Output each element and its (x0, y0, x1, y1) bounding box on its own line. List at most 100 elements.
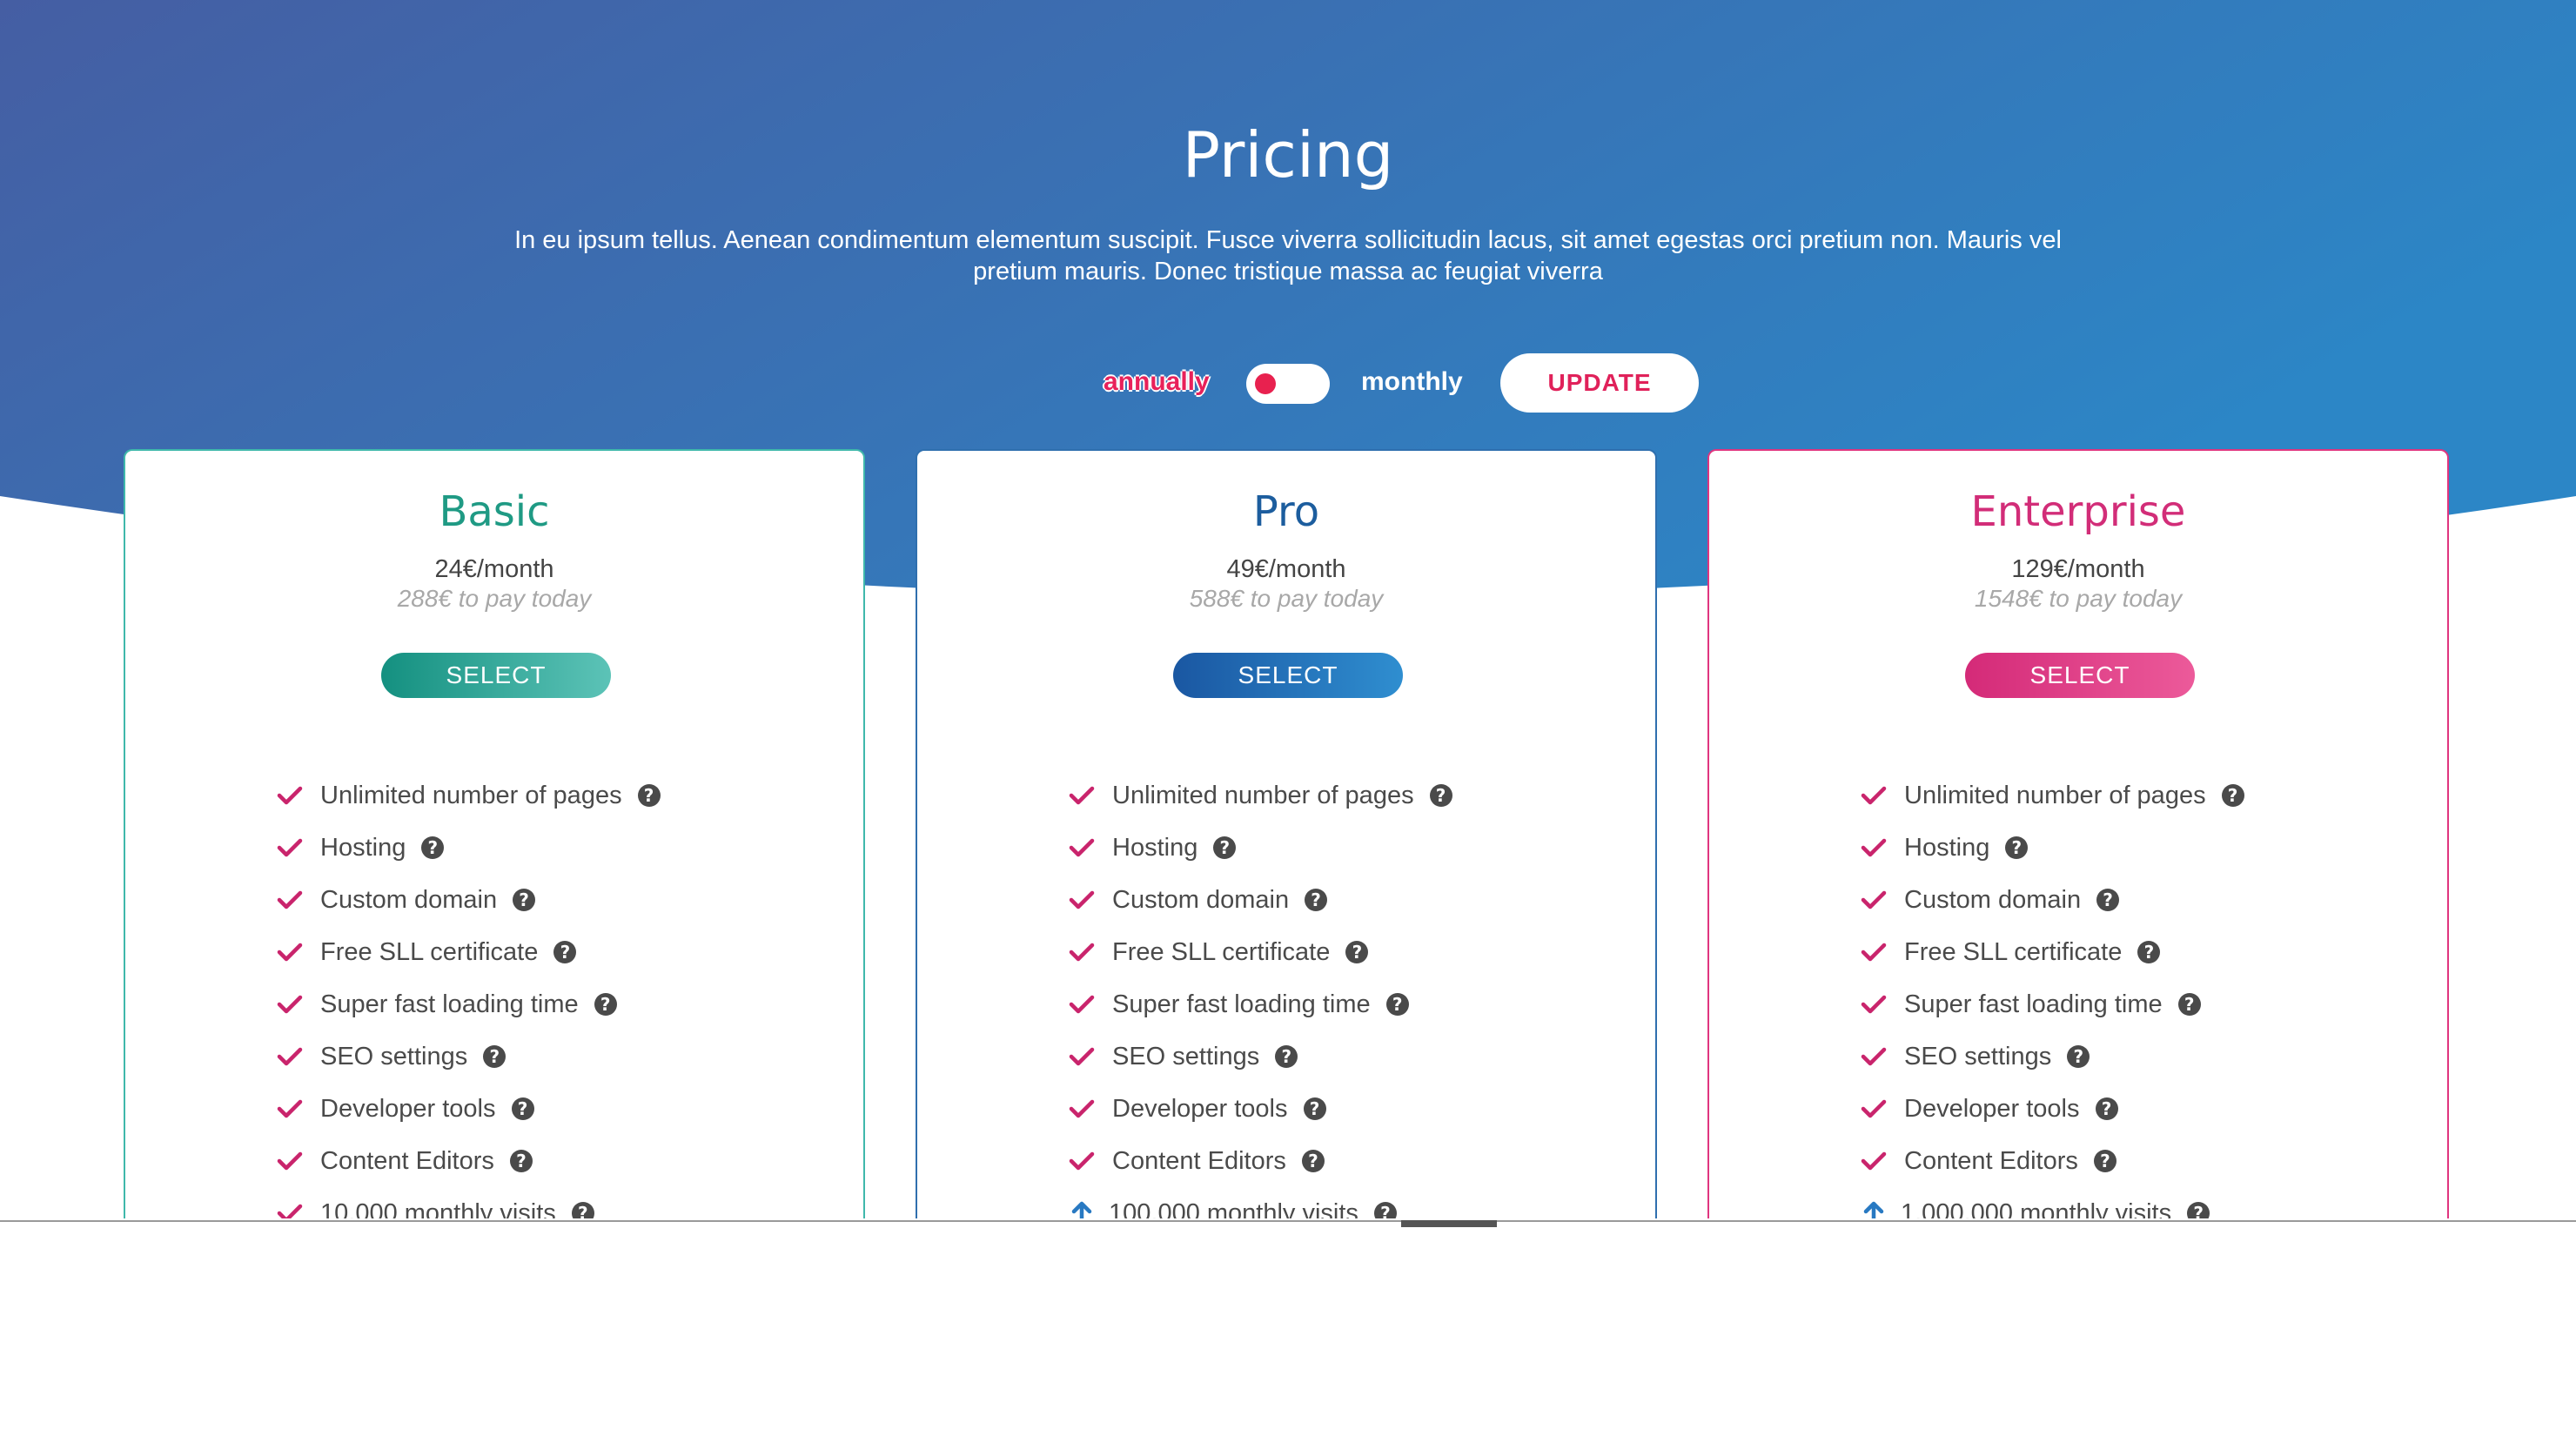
help-icon[interactable]: ? (1213, 836, 1237, 859)
help-icon[interactable]: ? (637, 784, 661, 807)
plan-price: 129€/month (2011, 555, 2145, 583)
feature-list: Unlimited number of pages? Hosting? Custom… (1069, 769, 1452, 1218)
feature-item: Super fast loading time? (1069, 978, 1452, 1030)
help-icon[interactable]: ? (2187, 1202, 2210, 1218)
check-icon (1861, 1151, 1887, 1171)
help-icon[interactable]: ? (2093, 1150, 2116, 1172)
help-icon[interactable]: ? (1305, 889, 1328, 911)
toggle-knob (1255, 373, 1276, 394)
feature-list: Unlimited number of pages? Hosting? Custom… (277, 769, 661, 1218)
check-icon (277, 995, 303, 1014)
help-icon[interactable]: ? (421, 836, 445, 859)
feature-item: Free SLL certificate? (1069, 926, 1452, 978)
feature-label: Super fast loading time (320, 990, 579, 1018)
feature-item: Developer tools? (277, 1083, 661, 1135)
help-icon[interactable]: ? (1303, 1097, 1326, 1120)
feature-label: Developer tools (1112, 1094, 1288, 1123)
plan-total: 1548€ to pay today (1974, 585, 2183, 612)
feature-label: Developer tools (320, 1094, 496, 1123)
help-icon[interactable]: ? (2137, 941, 2161, 963)
feature-label: Free SLL certificate (1904, 937, 2123, 966)
feature-item: SEO settings? (1861, 1030, 2244, 1083)
check-icon (1861, 995, 1887, 1014)
feature-item: Free SLL certificate? (1861, 926, 2244, 978)
feature-label: Super fast loading time (1112, 990, 1371, 1018)
feature-list: Unlimited number of pages? Hosting? Custom… (1861, 769, 2244, 1218)
select-pro-button[interactable]: SELECT (1173, 653, 1403, 698)
feature-item: SEO settings? (277, 1030, 661, 1083)
check-icon (1069, 838, 1095, 857)
check-icon (1861, 1047, 1887, 1066)
select-basic-button[interactable]: SELECT (381, 653, 611, 698)
scroll-indicator[interactable] (1401, 1220, 1497, 1227)
check-icon (1069, 943, 1095, 962)
feature-item: Hosting? (1861, 822, 2244, 874)
monthly-label[interactable]: monthly (1361, 367, 1463, 397)
feature-label: Hosting (320, 833, 406, 862)
check-icon (277, 1099, 303, 1118)
help-icon[interactable]: ? (1385, 993, 1409, 1016)
feature-label: Free SLL certificate (1112, 937, 1331, 966)
plan-card-basic: Basic 24€/month 288€ to pay today SELECT… (124, 449, 865, 1218)
help-icon[interactable]: ? (509, 1150, 533, 1172)
help-icon[interactable]: ? (483, 1045, 506, 1068)
feature-item: Super fast loading time? (1861, 978, 2244, 1030)
help-icon[interactable]: ? (1373, 1202, 1397, 1218)
help-icon[interactable]: ? (2221, 784, 2244, 807)
feature-item: 10.000 monthly visits? (277, 1187, 661, 1218)
help-icon[interactable]: ? (2067, 1045, 2090, 1068)
feature-label: Super fast loading time (1904, 990, 2163, 1018)
help-icon[interactable]: ? (2177, 993, 2201, 1016)
feature-item: Unlimited number of pages? (1069, 769, 1452, 822)
feature-label: Hosting (1112, 833, 1198, 862)
help-icon[interactable]: ? (2096, 889, 2120, 911)
check-icon (1861, 890, 1887, 909)
feature-item: Custom domain? (1069, 874, 1452, 926)
check-icon (277, 786, 303, 805)
check-icon (277, 1047, 303, 1066)
help-icon[interactable]: ? (2095, 1097, 2118, 1120)
plan-price: 49€/month (1226, 555, 1346, 583)
feature-label: Custom domain (1112, 885, 1290, 914)
select-enterprise-button[interactable]: SELECT (1965, 653, 2195, 698)
help-icon[interactable]: ? (571, 1202, 594, 1218)
check-icon (1069, 995, 1095, 1014)
plan-total: 588€ to pay today (1189, 585, 1384, 612)
check-icon (277, 838, 303, 857)
feature-item: Custom domain? (1861, 874, 2244, 926)
help-icon[interactable]: ? (553, 941, 577, 963)
check-icon (1861, 1099, 1887, 1118)
help-icon[interactable]: ? (1275, 1045, 1298, 1068)
check-icon (1069, 1099, 1095, 1118)
check-icon (277, 943, 303, 962)
update-button[interactable]: UPDATE (1500, 353, 1699, 413)
feature-item: Content Editors? (1861, 1135, 2244, 1187)
feature-item: Developer tools? (1861, 1083, 2244, 1135)
check-icon (1069, 890, 1095, 909)
feature-item: Free SLL certificate? (277, 926, 661, 978)
help-icon[interactable]: ? (1301, 1150, 1325, 1172)
plan-card-pro: Pro 49€/month 588€ to pay today SELECT U… (916, 449, 1657, 1218)
help-icon[interactable]: ? (594, 993, 617, 1016)
help-icon[interactable]: ? (1345, 941, 1369, 963)
check-icon (1069, 1151, 1095, 1171)
annually-label[interactable]: annually (1104, 367, 1210, 397)
feature-label: Custom domain (320, 885, 498, 914)
feature-label: Developer tools (1904, 1094, 2080, 1123)
feature-item: 1.000.000 monthly visits? (1861, 1187, 2244, 1218)
feature-label: Hosting (1904, 833, 1990, 862)
feature-label: 100.000 monthly visits (1109, 1198, 1358, 1219)
feature-label: Unlimited number of pages (320, 781, 622, 809)
plan-card-enterprise: Enterprise 129€/month 1548€ to pay today… (1707, 449, 2449, 1218)
billing-period-toggle[interactable] (1246, 364, 1330, 404)
feature-label: 1.000.000 monthly visits (1901, 1198, 2172, 1219)
help-icon[interactable]: ? (1429, 784, 1452, 807)
fold-divider (0, 1220, 2576, 1222)
help-icon[interactable]: ? (513, 889, 536, 911)
help-icon[interactable]: ? (2005, 836, 2029, 859)
check-icon (1861, 786, 1887, 805)
feature-label: Content Editors (320, 1146, 494, 1175)
help-icon[interactable]: ? (511, 1097, 534, 1120)
feature-item: SEO settings? (1069, 1030, 1452, 1083)
plan-name: Pro (1252, 487, 1320, 536)
